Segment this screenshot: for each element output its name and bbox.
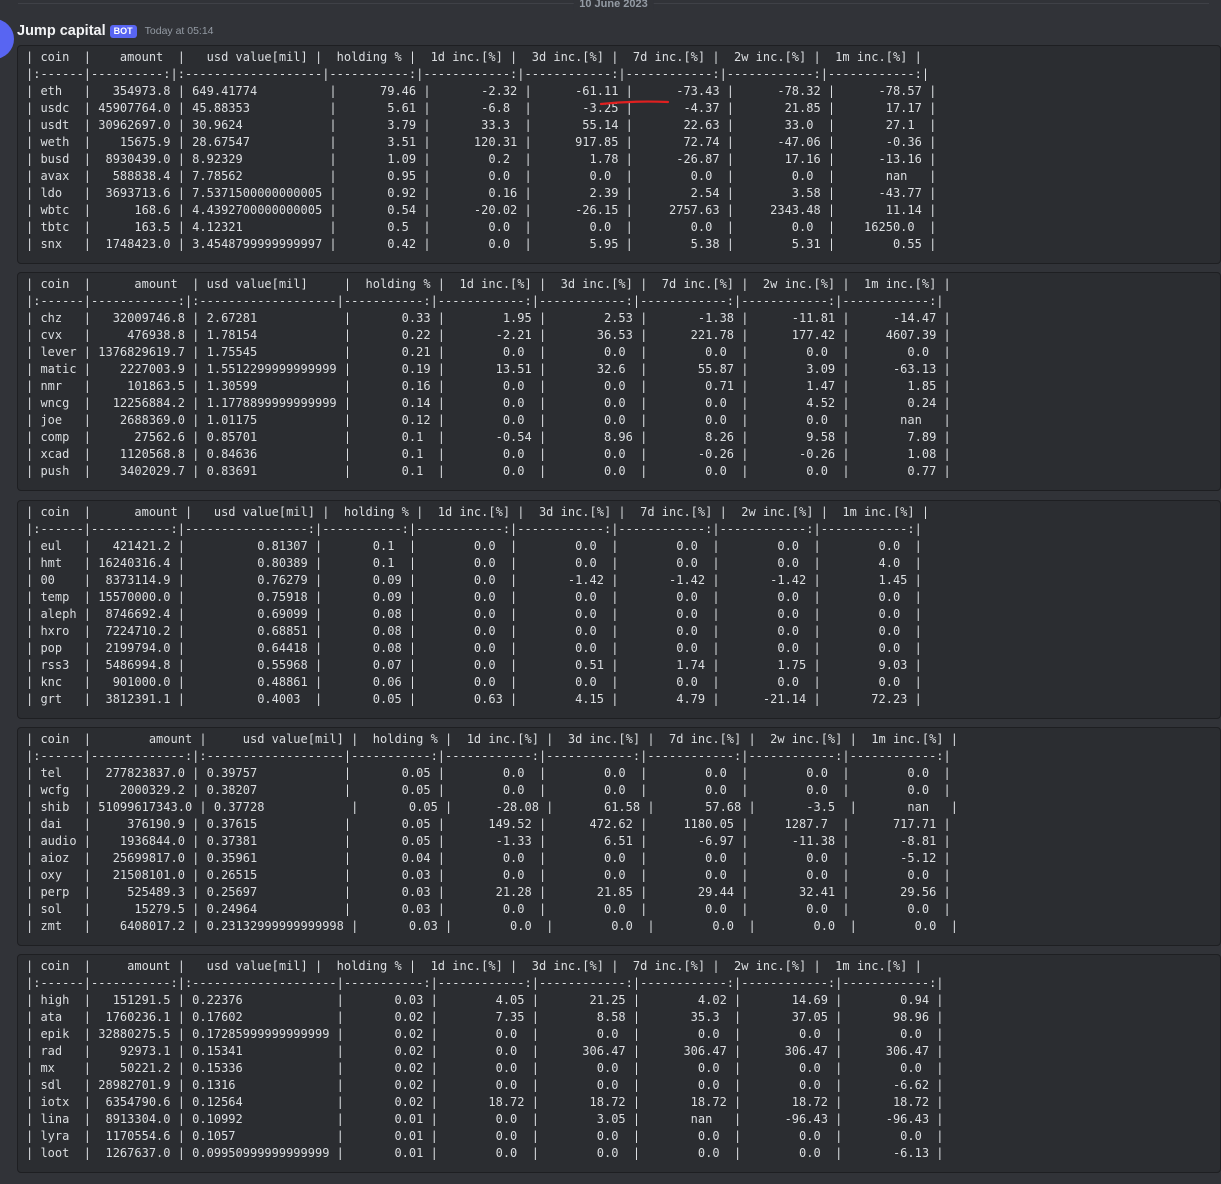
message-timestamp[interactable]: Today at 05:14 [145, 25, 214, 37]
table-text: | coin | amount | usd value[mil] | holdi… [26, 505, 930, 706]
table-text: | coin | amount | usd value[mil] | holdi… [26, 959, 944, 1160]
message-header: Jump capital BOT Today at 05:14 [17, 21, 214, 41]
code-block-table-1[interactable]: | coin | amount | usd value[mil] | holdi… [17, 45, 1221, 264]
bot-avatar[interactable] [0, 19, 14, 59]
code-block-table-5[interactable]: | coin | amount | usd value[mil] | holdi… [17, 954, 1221, 1173]
table-text: | coin | amount | usd value[mil] | holdi… [26, 50, 937, 251]
table-text: | coin | amount | usd value[mil] | holdi… [26, 732, 958, 933]
code-block-table-3[interactable]: | coin | amount | usd value[mil] | holdi… [17, 500, 1221, 719]
table-text: | coin | amount | usd value[mil] | holdi… [26, 277, 951, 478]
date-divider: 10 June 2023 [18, 0, 1209, 10]
date-divider-label: 10 June 2023 [573, 0, 654, 10]
code-block-table-2[interactable]: | coin | amount | usd value[mil] | holdi… [17, 272, 1221, 491]
code-block-table-4[interactable]: | coin | amount | usd value[mil] | holdi… [17, 727, 1221, 946]
bot-badge: BOT [109, 24, 137, 38]
author-name[interactable]: Jump capital [17, 23, 106, 39]
